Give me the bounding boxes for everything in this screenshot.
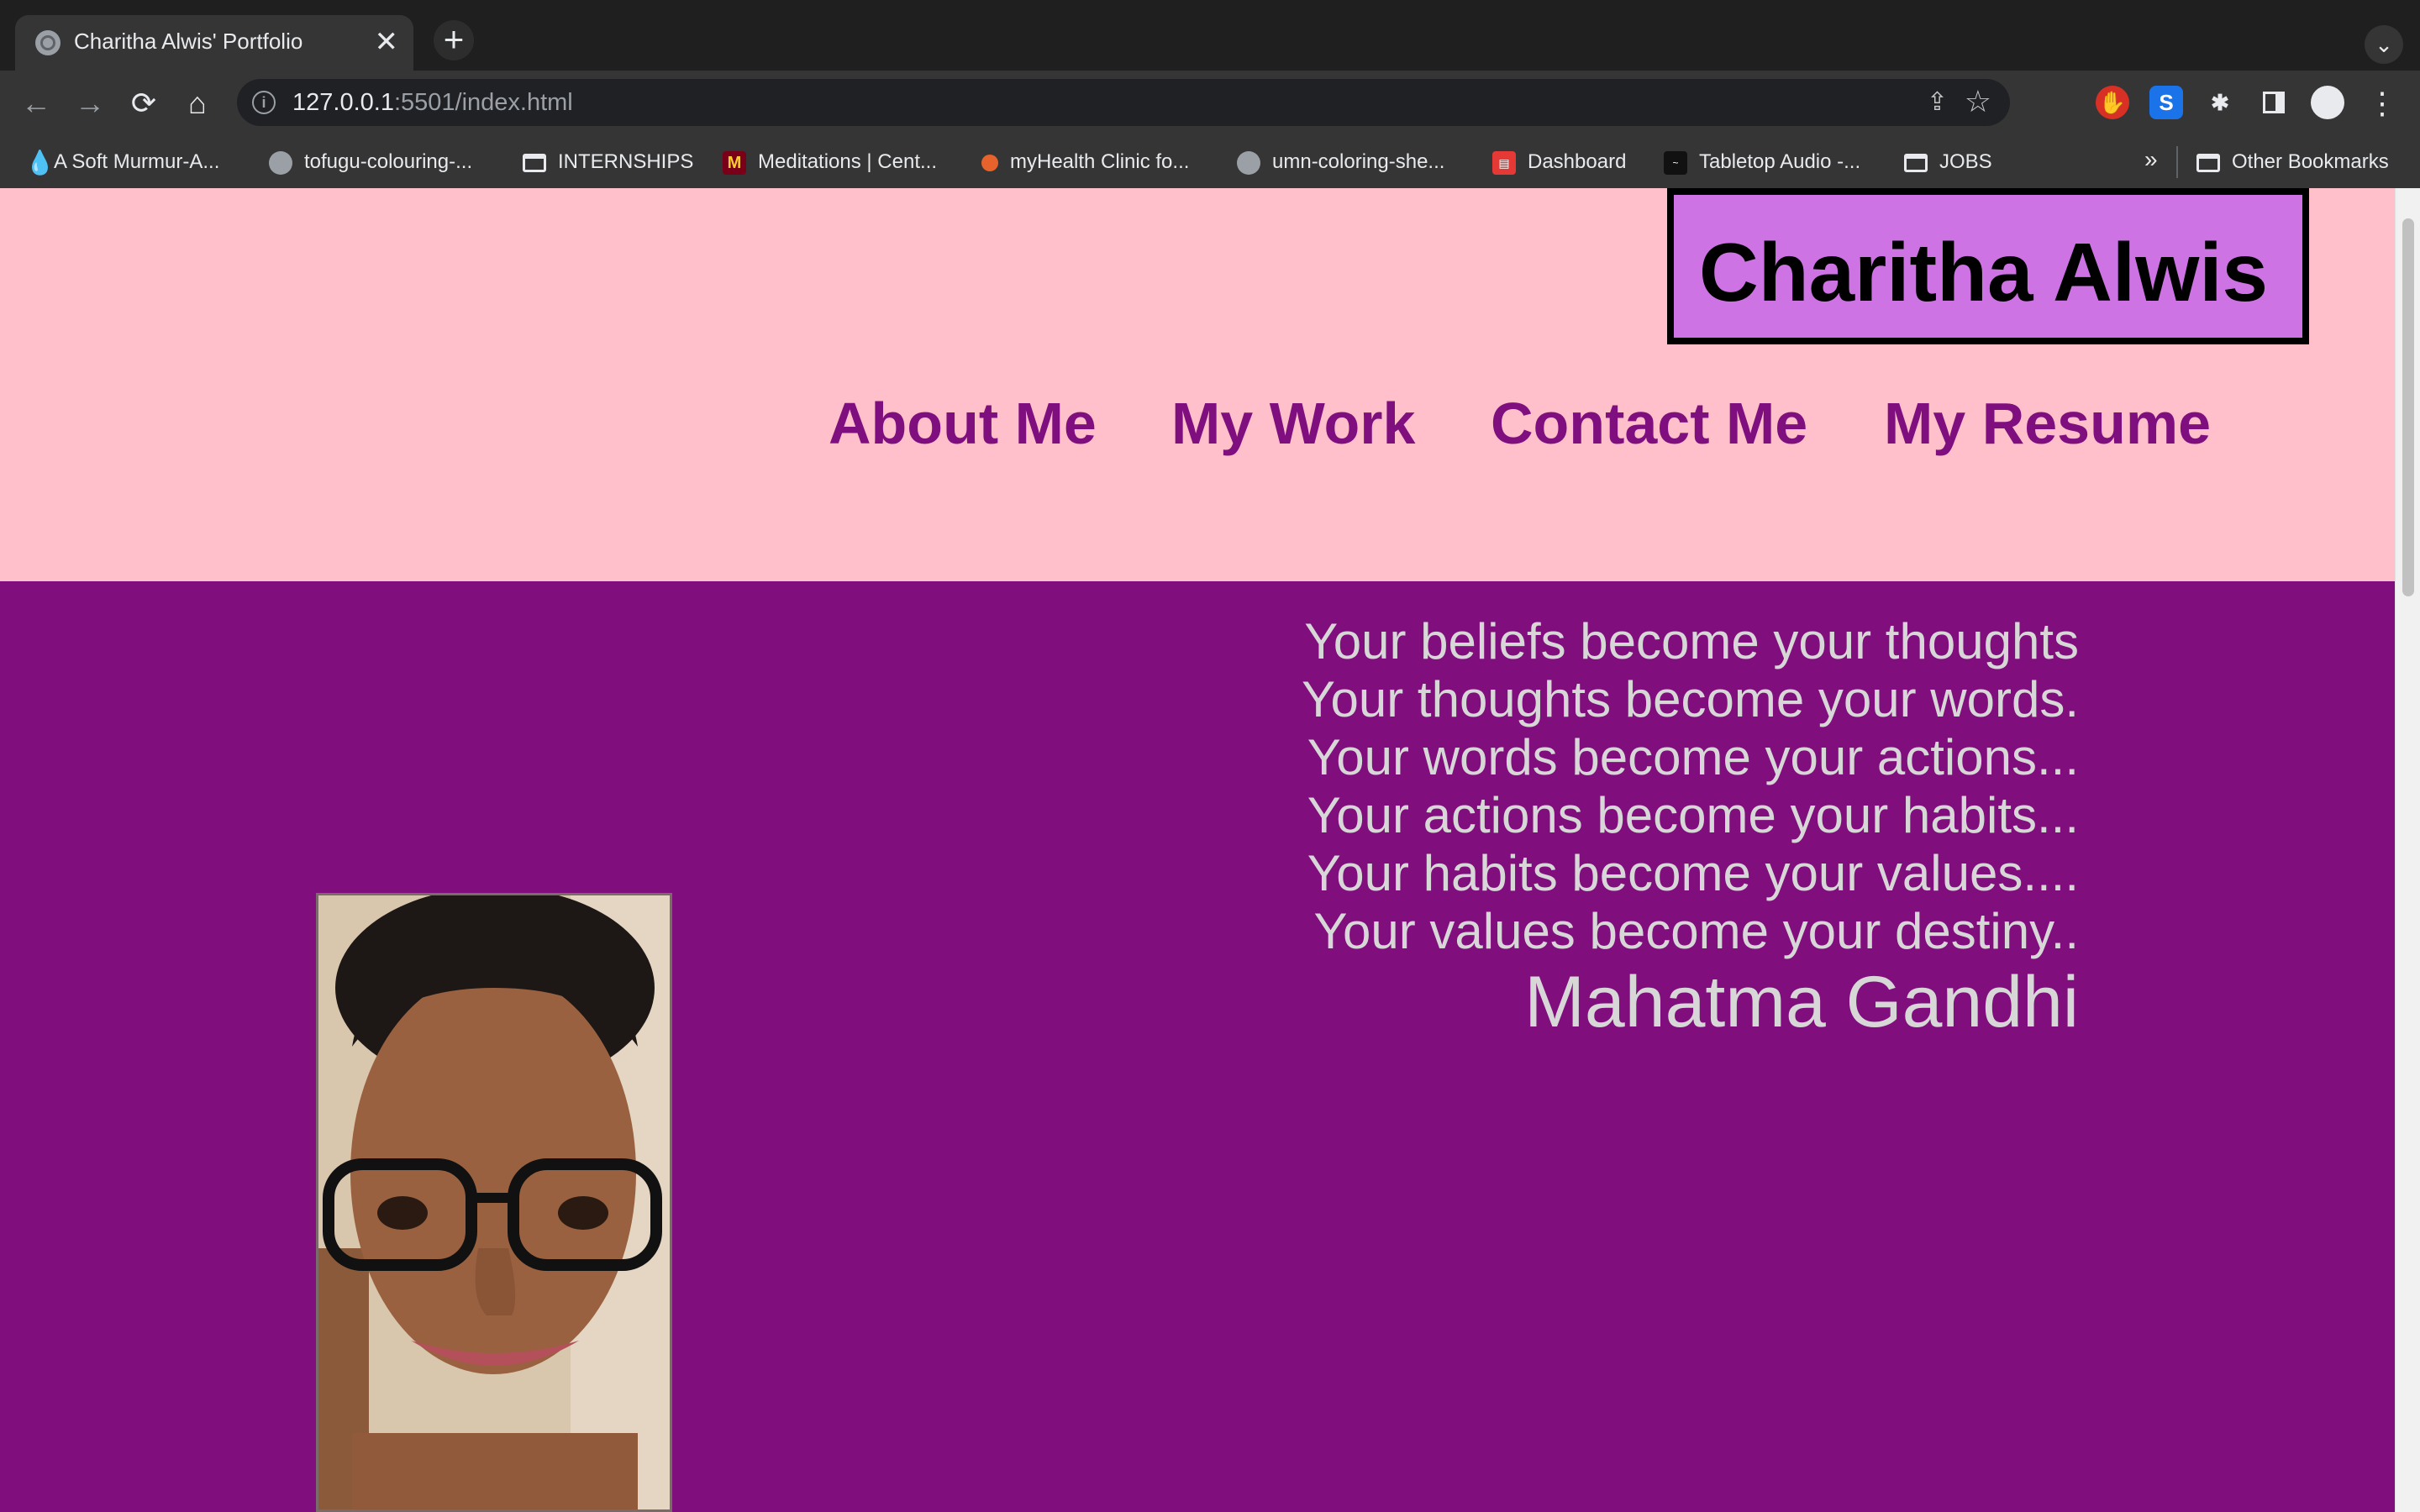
folder-icon bbox=[1904, 153, 1928, 172]
forward-button[interactable]: → bbox=[71, 84, 109, 123]
back-button[interactable]: ← bbox=[17, 84, 55, 123]
page-viewport: Charitha Alwis About Me My Work Contact … bbox=[0, 188, 2395, 1512]
folder-icon bbox=[2196, 153, 2220, 172]
nav-contact-me[interactable]: Contact Me bbox=[1491, 390, 1807, 457]
site-title-box: Charitha Alwis bbox=[1667, 188, 2309, 344]
quote-line: Your words become your actions... bbox=[1307, 729, 2079, 785]
nav-about-me[interactable]: About Me bbox=[829, 390, 1097, 457]
quote-line: Your thoughts become your words. bbox=[1302, 671, 2079, 727]
home-button[interactable]: ⌂ bbox=[178, 84, 217, 123]
bookmarks-divider bbox=[2176, 146, 2178, 178]
globe-icon bbox=[269, 150, 292, 175]
site-info-icon[interactable]: i bbox=[252, 91, 276, 114]
health-clinic-icon bbox=[981, 154, 998, 171]
other-bookmarks-folder[interactable]: Other Bookmarks bbox=[2196, 148, 2389, 176]
globe-icon bbox=[1237, 150, 1260, 175]
browser-tab[interactable]: Charitha Alwis' Portfolio ✕ bbox=[15, 15, 413, 71]
scrollbar-thumb[interactable] bbox=[2402, 218, 2414, 596]
bookmark-label: myHealth Clinic fo... bbox=[1010, 150, 1190, 173]
profile-avatar[interactable] bbox=[2311, 86, 2344, 119]
bookmark-item[interactable]: ▤ Dashboard bbox=[1492, 148, 1626, 176]
url-text[interactable]: 127.0.0.1:5501/index.html bbox=[292, 89, 573, 117]
url-path: :5501/index.html bbox=[393, 89, 573, 116]
quote-line: Your actions become your habits... bbox=[1307, 787, 2079, 843]
bookmark-label: JOBS bbox=[1939, 150, 1992, 173]
bookmark-star-icon[interactable]: ☆ bbox=[1965, 84, 1991, 119]
tab-search-button[interactable]: ⌄ bbox=[2365, 25, 2403, 64]
quote-line: Your values become your destiny.. bbox=[1313, 903, 2079, 959]
umn-logo-icon: M bbox=[723, 150, 746, 175]
bookmark-item[interactable]: 💧A Soft Murmur-A... bbox=[25, 148, 219, 176]
more-bookmarks-chevron[interactable]: » bbox=[2144, 146, 2158, 173]
bookmarks-bar: 💧A Soft Murmur-A... tofugu-colouring-...… bbox=[0, 136, 2420, 189]
bookmark-item[interactable]: myHealth Clinic fo... bbox=[981, 148, 1189, 176]
bookmark-label: INTERNSHIPS bbox=[558, 150, 694, 173]
bookmark-label: Dashboard bbox=[1528, 150, 1627, 173]
dashboard-icon: ▤ bbox=[1492, 150, 1516, 175]
nav-my-resume[interactable]: My Resume bbox=[1884, 390, 2211, 457]
new-tab-button[interactable]: + bbox=[434, 20, 474, 60]
quote-author: Mahatma Gandhi bbox=[1524, 962, 2079, 1042]
extensions-puzzle-icon[interactable]: ✱ bbox=[2203, 86, 2237, 119]
adblock-extension-icon[interactable]: ✋ bbox=[2096, 86, 2129, 119]
bookmark-item[interactable]: ~ Tabletop Audio -... bbox=[1664, 148, 1860, 176]
bookmark-label: Meditations | Cent... bbox=[758, 150, 937, 173]
quote-line: Your habits become your values.... bbox=[1307, 845, 2079, 901]
profile-photo bbox=[316, 893, 672, 1512]
close-tab-icon[interactable]: ✕ bbox=[375, 25, 399, 59]
bookmark-label: Other Bookmarks bbox=[2232, 150, 2389, 173]
globe-icon bbox=[35, 30, 60, 55]
bookmark-folder[interactable]: INTERNSHIPS bbox=[523, 148, 693, 176]
bookmark-item[interactable]: M Meditations | Cent... bbox=[723, 148, 937, 176]
browser-menu-button[interactable]: ⋮ bbox=[2363, 84, 2402, 123]
tab-strip: Charitha Alwis' Portfolio ✕ + ⌄ bbox=[0, 0, 2420, 71]
share-icon[interactable]: ⇪ bbox=[1927, 87, 1948, 117]
reload-button[interactable]: ⟳ bbox=[124, 84, 163, 123]
bookmark-label: Tabletop Audio -... bbox=[1699, 150, 1861, 173]
side-panel-icon[interactable] bbox=[2257, 86, 2291, 119]
bookmark-item[interactable]: tofugu-colouring-... bbox=[269, 148, 472, 176]
browser-toolbar: ← → ⟳ ⌂ i 127.0.0.1:5501/index.html ⇪ ☆ … bbox=[0, 71, 2420, 136]
s-extension-icon[interactable]: S bbox=[2149, 86, 2183, 119]
bookmark-label: A Soft Murmur-A... bbox=[54, 150, 220, 173]
site-title: Charitha Alwis bbox=[1699, 226, 2269, 318]
nav-my-work[interactable]: My Work bbox=[1171, 390, 1415, 457]
tab-title: Charitha Alwis' Portfolio bbox=[74, 29, 303, 54]
page-scrollbar[interactable] bbox=[2395, 188, 2420, 1512]
profile-photo-illustration bbox=[318, 895, 670, 1509]
site-header: Charitha Alwis About Me My Work Contact … bbox=[0, 188, 2395, 581]
bookmark-label: tofugu-colouring-... bbox=[304, 150, 473, 173]
folder-icon bbox=[523, 153, 546, 172]
bookmark-label: umn-coloring-she... bbox=[1272, 150, 1445, 173]
bookmark-item[interactable]: umn-coloring-she... bbox=[1237, 148, 1444, 176]
tabletop-audio-icon: ~ bbox=[1664, 150, 1687, 175]
bookmark-folder[interactable]: JOBS bbox=[1904, 148, 1992, 176]
address-bar[interactable]: i 127.0.0.1:5501/index.html ⇪ ☆ bbox=[237, 79, 2010, 126]
url-host: 127.0.0.1 bbox=[292, 89, 394, 116]
quote-line: Your beliefs become your thoughts bbox=[1304, 613, 2079, 669]
droplet-icon: 💧 bbox=[25, 149, 55, 176]
